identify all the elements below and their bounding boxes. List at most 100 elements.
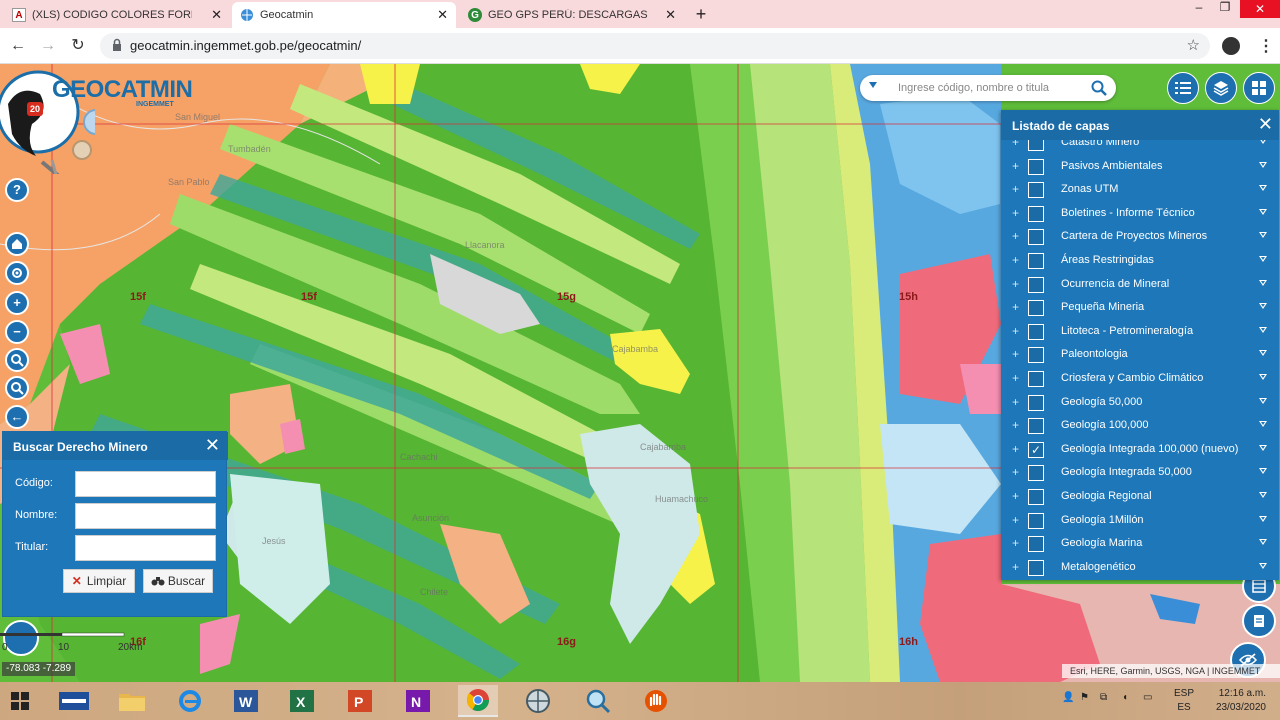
layer-row[interactable]: + Geología 100,000 [1001, 415, 1279, 438]
layer-options-chevron-icon[interactable] [1259, 562, 1267, 569]
expand-plus-icon[interactable]: + [1012, 347, 1019, 361]
reload-icon[interactable]: ↻ [68, 36, 88, 56]
expand-plus-icon[interactable]: + [1012, 395, 1019, 409]
layer-options-chevron-icon[interactable] [1259, 208, 1267, 215]
list-view-button[interactable] [1167, 72, 1199, 104]
layer-checkbox[interactable] [1028, 394, 1044, 411]
layer-options-chevron-icon[interactable] [1259, 444, 1267, 451]
excel-icon[interactable]: X [282, 685, 322, 717]
document-button[interactable] [1242, 604, 1276, 638]
layer-options-chevron-icon[interactable] [1259, 140, 1267, 144]
apps-grid-button[interactable] [1243, 72, 1275, 104]
layer-options-chevron-icon[interactable] [1259, 374, 1267, 380]
layer-checkbox[interactable] [1028, 512, 1044, 529]
expand-plus-icon[interactable]: + [1012, 182, 1019, 196]
layer-options-chevron-icon[interactable] [1259, 492, 1267, 498]
buscar-button[interactable]: Buscar [143, 569, 213, 593]
layer-row[interactable]: + ✓ Geología Integrada 100,000 (nuevo) [1001, 439, 1279, 462]
battery-tray-icon[interactable]: ▭ [1143, 692, 1152, 703]
forward-icon[interactable]: → [38, 36, 58, 56]
layer-options-chevron-icon[interactable] [1259, 326, 1267, 333]
layer-checkbox[interactable] [1028, 489, 1044, 505]
layer-options-chevron-icon[interactable] [1259, 279, 1267, 286]
start-button[interactable] [0, 685, 40, 717]
layer-checkbox[interactable] [1028, 229, 1044, 246]
chrome-icon[interactable] [458, 685, 498, 717]
volume-tray-icon[interactable]: ◖ [1122, 692, 1128, 703]
zoom-in-button[interactable]: + [5, 291, 29, 315]
layer-row[interactable]: + Zonas UTM [1001, 179, 1279, 202]
layer-checkbox[interactable] [1028, 140, 1044, 151]
layer-checkbox[interactable] [1028, 253, 1044, 269]
layer-checkbox[interactable] [1028, 205, 1044, 222]
word-icon[interactable]: W [226, 685, 266, 717]
layer-checkbox[interactable] [1028, 465, 1044, 482]
expand-plus-icon[interactable]: + [1012, 536, 1019, 550]
layer-row[interactable]: + Geologia Regional [1001, 486, 1279, 509]
globe-pro-app-icon[interactable] [518, 685, 558, 717]
layer-checkbox[interactable] [1028, 371, 1044, 387]
layer-checkbox[interactable] [1028, 418, 1044, 435]
geology-map[interactable]: 15f 15f 15g 15h 16f 16g 16h San Miguel T… [0, 64, 1280, 682]
titular-input[interactable] [75, 535, 216, 561]
expand-plus-icon[interactable]: + [1012, 277, 1019, 291]
layer-row[interactable]: + Geología Integrada 50,000 [1001, 462, 1279, 485]
expand-plus-icon[interactable]: + [1012, 140, 1019, 149]
layer-options-chevron-icon[interactable] [1259, 256, 1267, 262]
layer-options-chevron-icon[interactable] [1259, 515, 1267, 522]
file-explorer-icon[interactable] [112, 685, 152, 717]
expand-plus-icon[interactable]: + [1012, 513, 1019, 527]
layer-row[interactable]: + Geología 1Millón [1001, 510, 1279, 533]
layer-options-chevron-icon[interactable] [1259, 421, 1267, 428]
layer-options-chevron-icon[interactable] [1259, 350, 1267, 357]
layer-row[interactable]: + Ocurrencia de Mineral [1001, 274, 1279, 297]
close-tab-icon[interactable]: ✕ [211, 7, 222, 23]
layer-row[interactable]: + Geología Marina [1001, 533, 1279, 556]
zoom-box-in-button[interactable] [5, 348, 29, 372]
layer-row[interactable]: + Criosfera y Cambio Climático [1001, 368, 1279, 391]
layer-checkbox[interactable] [1028, 276, 1044, 293]
layer-checkbox[interactable]: ✓ [1028, 441, 1044, 458]
layer-row[interactable]: + Catastro Minero [1001, 140, 1279, 155]
flag-tray-icon[interactable]: ⚑ [1080, 692, 1089, 703]
expand-plus-icon[interactable]: + [1012, 442, 1019, 456]
person-tray-icon[interactable]: 👤 [1062, 692, 1074, 703]
close-layers-panel-icon[interactable]: ✕ [1258, 114, 1273, 135]
onenote-icon[interactable]: N [398, 685, 438, 717]
codigo-input[interactable] [75, 471, 216, 497]
layer-options-chevron-icon[interactable] [1259, 303, 1267, 310]
layer-checkbox[interactable] [1028, 182, 1044, 199]
home-button[interactable] [5, 232, 29, 256]
help-button[interactable]: ? [5, 178, 29, 202]
hand-app-icon[interactable] [636, 685, 676, 717]
previous-extent-button[interactable]: ← [5, 405, 29, 429]
browser-tab-geogps[interactable]: G GEO GPS PERÚ: DESCARGAS GR ✕ [460, 2, 684, 28]
window-close-icon[interactable]: ✕ [1240, 0, 1280, 18]
layer-options-chevron-icon[interactable] [1259, 185, 1267, 192]
layer-options-chevron-icon[interactable] [1259, 161, 1267, 168]
layer-checkbox[interactable] [1028, 323, 1044, 340]
layer-row[interactable]: + Boletines - Informe Técnico [1001, 203, 1279, 226]
expand-plus-icon[interactable]: + [1012, 489, 1019, 503]
expand-plus-icon[interactable]: + [1012, 324, 1019, 338]
layer-options-chevron-icon[interactable] [1259, 468, 1267, 475]
layer-row[interactable]: + Metalogenético [1001, 557, 1279, 580]
powerpoint-icon[interactable]: P [340, 685, 380, 717]
layer-row[interactable]: + Cartera de Proyectos Mineros [1001, 226, 1279, 249]
expand-plus-icon[interactable]: + [1012, 206, 1019, 220]
bookmark-star-icon[interactable]: ☆ [1187, 36, 1200, 54]
back-icon[interactable]: ← [8, 36, 28, 56]
limpiar-button[interactable]: ✕ Limpiar [63, 569, 135, 593]
expand-plus-icon[interactable]: + [1012, 465, 1019, 479]
close-tab-icon[interactable]: ✕ [437, 7, 448, 23]
expand-plus-icon[interactable]: + [1012, 253, 1019, 267]
search-type-dropdown-icon[interactable] [869, 82, 877, 88]
zoom-box-out-button[interactable] [5, 376, 29, 400]
zoom-out-button[interactable]: − [5, 320, 29, 344]
profile-avatar-icon[interactable] [1222, 37, 1240, 55]
expand-plus-icon[interactable]: + [1012, 560, 1019, 574]
layer-options-chevron-icon[interactable] [1259, 232, 1267, 239]
layer-options-chevron-icon[interactable] [1259, 539, 1267, 546]
expand-plus-icon[interactable]: + [1012, 159, 1019, 173]
layer-row[interactable]: + Paleontologia [1001, 344, 1279, 367]
